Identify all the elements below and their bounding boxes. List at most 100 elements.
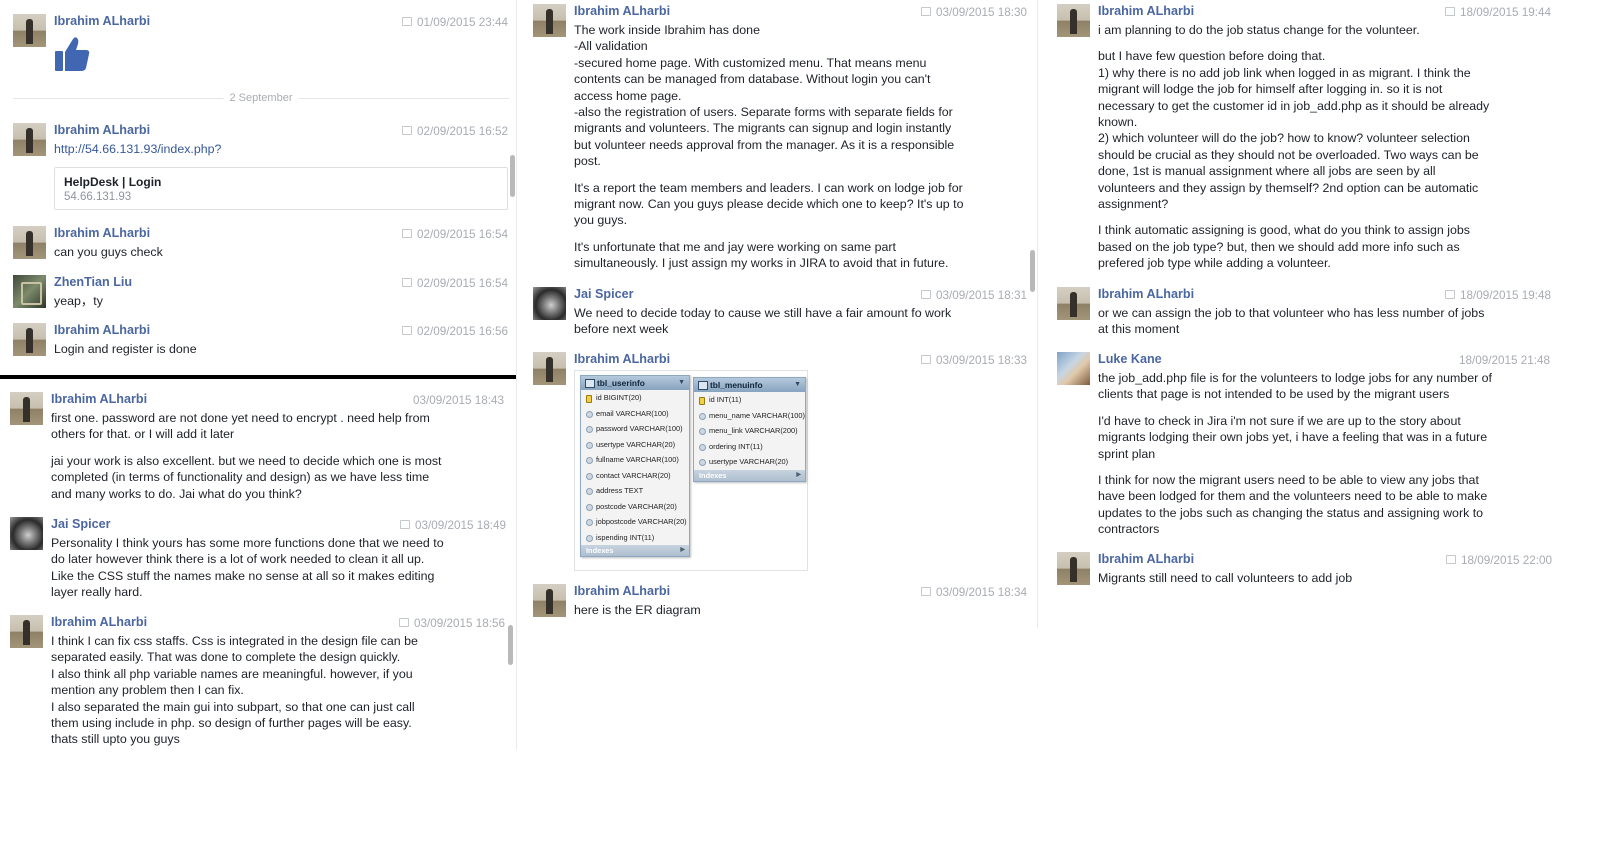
paragraph: I'd have to check in Jira i'm not sure i… bbox=[1098, 413, 1488, 461]
scrollbar-thumb[interactable] bbox=[508, 625, 513, 665]
timestamp: 03/09/2015 18:56 bbox=[399, 617, 505, 630]
avatar[interactable] bbox=[10, 517, 43, 550]
sender-name[interactable]: Ibrahim ALharbi bbox=[574, 352, 670, 366]
link-preview-card[interactable]: HelpDesk | Login 54.66.131.93 bbox=[54, 167, 508, 210]
paragraph: It's a report the team members and leade… bbox=[574, 180, 964, 228]
sender-name[interactable]: Luke Kane bbox=[1098, 352, 1162, 366]
sender-name[interactable]: Ibrahim ALharbi bbox=[54, 123, 150, 137]
message-text: The work inside Ibrahim has done -All va… bbox=[574, 22, 1004, 272]
shared-link[interactable]: http://54.66.131.93/index.php? bbox=[54, 141, 221, 157]
message-text: Login and register is done bbox=[54, 342, 197, 356]
sender-name[interactable]: Ibrahim ALharbi bbox=[1098, 4, 1194, 18]
thumbs-up-icon bbox=[55, 37, 90, 71]
sender-name[interactable]: Jai Spicer bbox=[574, 287, 634, 301]
table-title: tbl_menuinfo bbox=[694, 378, 805, 392]
timestamp: 18/09/2015 22:00 bbox=[1446, 554, 1552, 567]
paragraph: or we can assign the job to that volunte… bbox=[1098, 306, 1485, 337]
table-column: address TEXT bbox=[581, 483, 689, 499]
table-column: contact VARCHAR(20) bbox=[581, 468, 689, 484]
paragraph: We need to decide today to cause we stil… bbox=[574, 306, 952, 337]
paragraph: The work inside Ibrahim has done -All va… bbox=[574, 23, 955, 169]
paragraph: Personality I think yours has some more … bbox=[51, 536, 444, 600]
paragraph: I think for now the migrant users need t… bbox=[1098, 473, 1488, 537]
avatar[interactable] bbox=[13, 123, 46, 156]
message-text: first one. password are not done yet nee… bbox=[51, 410, 491, 502]
timestamp: 03/09/2015 18:34 bbox=[921, 586, 1027, 599]
sender-name[interactable]: Ibrahim ALharbi bbox=[574, 584, 670, 598]
timestamp: 03/09/2015 18:49 bbox=[400, 519, 506, 532]
er-diagram-image[interactable]: tbl_userinfo id BIGINT(20) email VARCHAR… bbox=[574, 370, 808, 571]
message-icon bbox=[921, 587, 931, 596]
message-text: the job_add.php file is for the voluntee… bbox=[1098, 370, 1538, 538]
avatar[interactable] bbox=[13, 323, 46, 356]
scrollbar-thumb[interactable] bbox=[510, 155, 515, 197]
table-column: id INT(11) bbox=[694, 392, 805, 408]
table-column: postcode VARCHAR(20) bbox=[581, 499, 689, 515]
sender-name[interactable]: Ibrahim ALharbi bbox=[574, 4, 670, 18]
mobile-icon bbox=[402, 326, 412, 335]
paragraph: I think automatic assigning is good, wha… bbox=[1098, 223, 1470, 271]
avatar[interactable] bbox=[1057, 352, 1090, 385]
paragraph: Migrants still need to call volunteers t… bbox=[1098, 571, 1353, 585]
message-icon bbox=[402, 229, 412, 238]
message-text: yeap，ty bbox=[54, 294, 103, 308]
sender-name[interactable]: Ibrahim ALharbi bbox=[51, 392, 147, 406]
message-icon bbox=[921, 7, 931, 16]
avatar[interactable] bbox=[10, 392, 43, 425]
table-title: tbl_userinfo bbox=[581, 376, 689, 390]
paragraph: jai your work is also excellent. but we … bbox=[51, 453, 442, 501]
timestamp: 18/09/2015 19:44 bbox=[1445, 6, 1551, 19]
table-indexes: Indexes bbox=[581, 545, 689, 556]
chat-panel-top-left: Ibrahim ALharbi 01/09/2015 23:44 2 Septe… bbox=[0, 0, 517, 373]
avatar[interactable] bbox=[13, 14, 46, 47]
table-column: ispending INT(11) bbox=[581, 530, 689, 546]
timestamp: 18/09/2015 19:48 bbox=[1445, 289, 1551, 302]
sender-name[interactable]: Ibrahim ALharbi bbox=[1098, 552, 1194, 566]
message-text: i am planning to do the job status chang… bbox=[1098, 22, 1538, 272]
avatar[interactable] bbox=[1057, 287, 1090, 320]
avatar[interactable] bbox=[10, 615, 43, 648]
timestamp: 03/09/2015 18:43 bbox=[413, 394, 504, 407]
table-column: usertype VARCHAR(20) bbox=[694, 454, 805, 470]
mobile-icon bbox=[402, 278, 412, 287]
timestamp: 02/09/2015 16:56 bbox=[402, 325, 508, 338]
table-column: usertype VARCHAR(20) bbox=[581, 437, 689, 453]
sender-name[interactable]: Ibrahim ALharbi bbox=[51, 615, 147, 629]
timestamp: 03/09/2015 18:33 bbox=[921, 354, 1027, 367]
table-column: jobpostcode VARCHAR(20) bbox=[581, 514, 689, 530]
timestamp: 02/09/2015 16:54 bbox=[402, 228, 508, 241]
mobile-icon bbox=[400, 520, 410, 529]
message-icon bbox=[402, 17, 412, 26]
avatar[interactable] bbox=[533, 352, 566, 385]
date-separator: 2 September bbox=[13, 92, 509, 104]
table-column: menu_name VARCHAR(100) bbox=[694, 408, 805, 424]
message-text: here is the ER diagram bbox=[574, 602, 1004, 618]
avatar[interactable] bbox=[13, 226, 46, 259]
timestamp: 02/09/2015 16:54 bbox=[402, 277, 508, 290]
paragraph: the job_add.php file is for the voluntee… bbox=[1098, 371, 1492, 402]
timestamp: 18/09/2015 21:48 bbox=[1459, 354, 1550, 367]
timestamp: 02/09/2015 16:52 bbox=[402, 125, 508, 138]
sender-name[interactable]: Ibrahim ALharbi bbox=[54, 226, 150, 240]
table-column: menu_link VARCHAR(200) bbox=[694, 423, 805, 439]
sender-name[interactable]: Jai Spicer bbox=[51, 517, 111, 531]
table-column: ordering INT(11) bbox=[694, 439, 805, 455]
sender-name[interactable]: Ibrahim ALharbi bbox=[1098, 287, 1194, 301]
avatar[interactable] bbox=[13, 275, 46, 308]
sender-name[interactable]: Ibrahim ALharbi bbox=[54, 323, 150, 337]
table-userinfo: tbl_userinfo id BIGINT(20) email VARCHAR… bbox=[580, 375, 690, 557]
link-preview-title: HelpDesk | Login bbox=[64, 175, 162, 189]
scrollbar-thumb[interactable] bbox=[1030, 250, 1035, 292]
table-column: id BIGINT(20) bbox=[581, 390, 689, 406]
avatar[interactable] bbox=[1057, 552, 1090, 585]
avatar[interactable] bbox=[533, 584, 566, 617]
avatar[interactable] bbox=[533, 4, 566, 37]
message-text: Migrants still need to call volunteers t… bbox=[1098, 570, 1538, 586]
sender-name[interactable]: Ibrahim ALharbi bbox=[54, 14, 150, 28]
chat-panel-bottom-left: Ibrahim ALharbi 03/09/2015 18:43 first o… bbox=[0, 379, 517, 751]
avatar[interactable] bbox=[533, 287, 566, 320]
avatar[interactable] bbox=[1057, 4, 1090, 37]
sender-name[interactable]: ZhenTian Liu bbox=[54, 275, 132, 289]
table-column: password VARCHAR(100) bbox=[581, 421, 689, 437]
timestamp: 01/09/2015 23:44 bbox=[402, 16, 508, 29]
